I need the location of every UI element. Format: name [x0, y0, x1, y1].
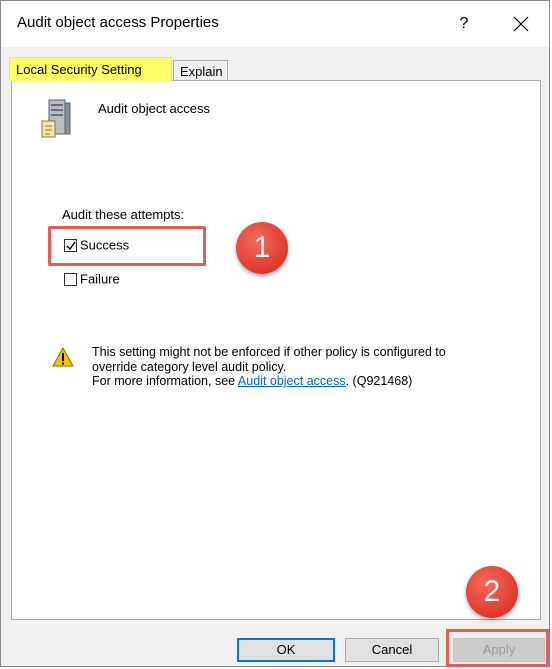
properties-dialog: Audit object access Properties ? Local S…	[0, 0, 550, 667]
warning-line-1: This setting might not be enforced if ot…	[92, 345, 446, 359]
warning-text: This setting might not be enforced if ot…	[92, 345, 522, 389]
warning-line-3-suffix: . (Q921468)	[345, 374, 413, 388]
policy-name: Audit object access	[98, 101, 211, 116]
failure-checkbox[interactable]	[64, 273, 77, 287]
tab-local-security-setting[interactable]: Local Security Setting	[9, 57, 172, 81]
warning-line-3: For more information, see Audit object a…	[92, 374, 522, 389]
close-icon	[513, 16, 529, 32]
audit-object-access-link[interactable]: Audit object access	[238, 374, 346, 388]
failure-checkbox-row[interactable]: Failure	[64, 271, 120, 289]
apply-highlight-box	[446, 629, 549, 667]
help-button[interactable]: ?	[441, 5, 487, 43]
window-title: Audit object access Properties	[17, 14, 219, 31]
step-1-badge: 1	[236, 222, 288, 274]
success-highlight-box	[48, 226, 206, 266]
step-2-badge: 2	[466, 566, 518, 618]
server-policy-icon	[39, 99, 73, 144]
title-bar: Audit object access Properties ?	[1, 1, 549, 47]
warning-line-3-prefix: For more information, see	[92, 374, 238, 388]
audit-attempts-label: Audit these attempts:	[62, 207, 185, 222]
close-button[interactable]	[498, 5, 544, 43]
ok-button[interactable]: OK	[237, 638, 335, 662]
warning-icon	[52, 346, 74, 372]
tab-explain[interactable]: Explain	[173, 60, 228, 81]
failure-label: Failure	[80, 271, 120, 287]
cancel-button[interactable]: Cancel	[345, 638, 439, 662]
tab-panel: Audit object access Audit these attempts…	[11, 80, 541, 620]
warning-line-2: override category level audit policy.	[92, 359, 287, 374]
